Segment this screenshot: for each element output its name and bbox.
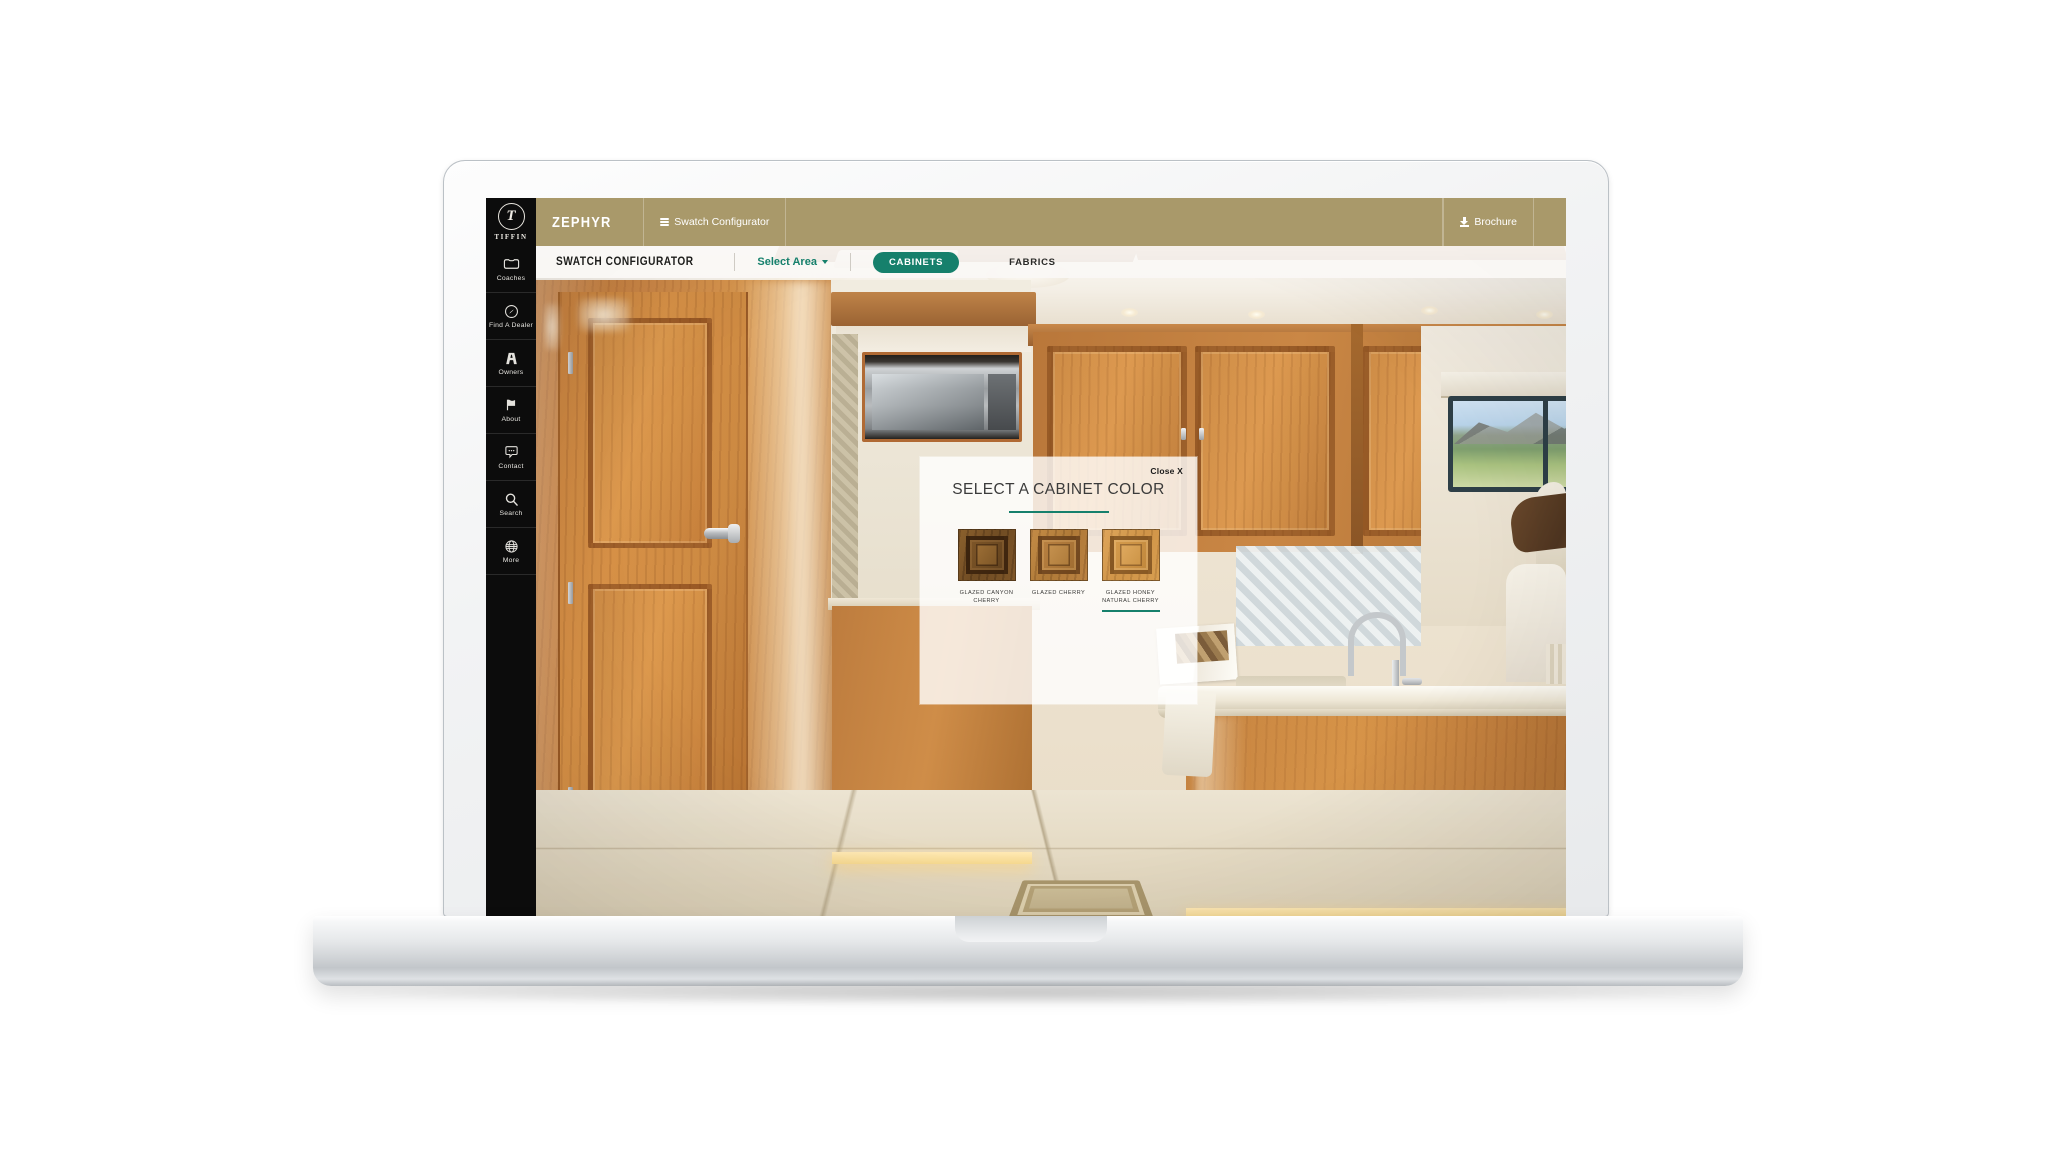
select-area-label: Select Area (757, 256, 817, 268)
tiffin-logo[interactable]: T TIFFIN (486, 198, 536, 246)
modal-title: SELECT A CABINET COLOR (952, 481, 1165, 498)
model-name-cell[interactable]: ZEPHYR (536, 198, 645, 246)
flag-icon (503, 398, 520, 413)
swatch-caption: GLAZED HONEY NATURAL CHERRY (1102, 590, 1159, 605)
close-modal-button[interactable]: Close X (1150, 466, 1183, 476)
brochure-label: Brochure (1474, 216, 1517, 228)
select-area-dropdown[interactable]: Select Area (757, 256, 828, 268)
laptop-base-notch (955, 916, 1107, 942)
sidebar-item-about[interactable]: About (486, 387, 536, 434)
download-icon (1460, 217, 1470, 227)
top-bar-end-pad (1534, 198, 1566, 246)
sidebar-label: Search (499, 509, 523, 517)
coach-icon (503, 257, 520, 272)
brochure-button[interactable]: Brochure (1443, 198, 1534, 246)
sidebar-item-coaches[interactable]: Coaches (486, 246, 536, 293)
swatch-tile (957, 529, 1016, 581)
toolbar-divider (849, 253, 851, 271)
page-title: SWATCH CONFIGURATOR (556, 256, 694, 268)
search-icon (503, 492, 520, 507)
swatch-option-glazed-honey-natural-cherry[interactable]: GLAZED HONEY NATURAL CHERRY (1101, 529, 1160, 612)
sidebar-item-owners[interactable]: Owners (486, 340, 536, 387)
tab-fabrics[interactable]: FABRICS (993, 252, 1072, 273)
modal-title-underline (1008, 511, 1109, 513)
cabinet-color-modal: Close X SELECT A CABINET COLOR GLAZED CA… (920, 457, 1197, 704)
laptop-screen: T TIFFIN ZEPHYR Swatch Configurator Broc… (486, 198, 1566, 920)
swatch-caption: GLAZED CHERRY (1031, 590, 1086, 596)
tiffin-logo-text: TIFFIN (494, 233, 528, 241)
tab-cabinets[interactable]: CABINETS (872, 251, 960, 273)
swatch-option-glazed-canyon-cherry[interactable]: GLAZED CANYON CHERRY (957, 529, 1016, 612)
road-icon (503, 351, 520, 366)
swatch-option-glazed-cherry[interactable]: GLAZED CHERRY (1029, 529, 1088, 612)
tiffin-emblem-icon: T (497, 203, 525, 230)
top-navigation-bar: T TIFFIN ZEPHYR Swatch Configurator Broc… (486, 198, 1566, 246)
swatch-configurator-toolbar: SWATCH CONFIGURATOR Select Area CABINETS… (536, 246, 1566, 278)
sidebar-item-contact[interactable]: Contact (486, 434, 536, 481)
sidebar-label: More (502, 556, 520, 564)
sidebar-label: Find A Dealer (488, 321, 534, 329)
swatch-tile (1101, 529, 1160, 581)
swatch-tile (1029, 529, 1088, 581)
swatch-caption: GLAZED CANYON CHERRY (959, 590, 1014, 605)
laptop-mockup: T TIFFIN ZEPHYR Swatch Configurator Broc… (0, 0, 2062, 1160)
model-name: ZEPHYR (552, 213, 612, 231)
sidebar-item-find-a-dealer[interactable]: Find A Dealer (486, 293, 536, 340)
sidebar-label: Contact (498, 462, 524, 470)
sidebar-item-search[interactable]: Search (486, 481, 536, 528)
compass-icon (503, 304, 520, 319)
top-bar-spacer (786, 198, 1444, 246)
chevron-down-icon (821, 260, 828, 264)
globe-icon (503, 539, 520, 554)
website-viewport: T TIFFIN ZEPHYR Swatch Configurator Broc… (486, 198, 1566, 920)
hamburger-icon (660, 218, 670, 226)
sidebar-item-more[interactable]: More (486, 528, 536, 575)
chat-bubble-icon (503, 445, 520, 460)
left-sidebar-navigation: Coaches Find A Dealer Owners About Conta… (486, 246, 536, 920)
swatch-configurator-menu-label: Swatch Configurator (674, 216, 770, 228)
sidebar-label: Coaches (496, 274, 526, 282)
swatch-selected-underline (1101, 609, 1160, 612)
swatch-configurator-menu-item[interactable]: Swatch Configurator (644, 198, 787, 246)
laptop-drop-shadow (325, 980, 1731, 1006)
toolbar-divider (734, 253, 736, 271)
sidebar-label: Owners (498, 368, 524, 376)
sidebar-label: About (501, 415, 521, 423)
cabinet-swatch-list: GLAZED CANYON CHERRY GLAZED CHERRY GLAZE… (920, 529, 1197, 612)
